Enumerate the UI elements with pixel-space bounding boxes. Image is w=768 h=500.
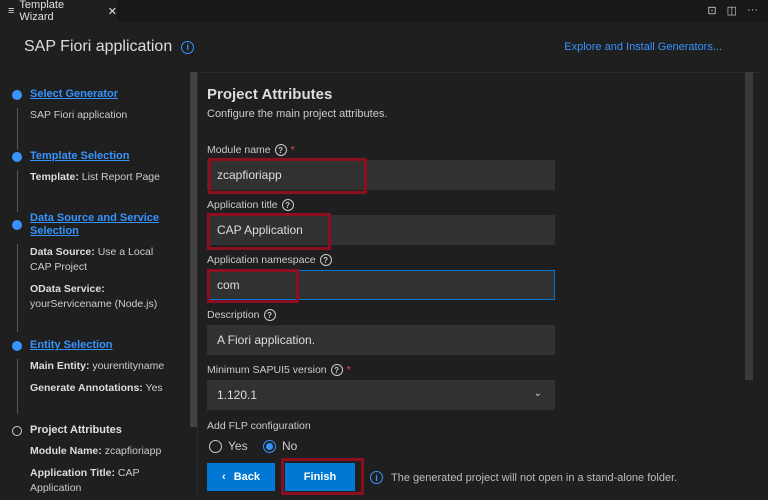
step-complete-icon [12,220,22,230]
split-editor-icon[interactable]: ◫ [727,4,737,17]
info-icon: i [370,471,383,484]
help-icon[interactable]: ? [319,254,332,266]
more-icon[interactable]: ··· [747,4,758,17]
description-label: Description? [207,309,276,321]
explore-generators-link[interactable]: Explore and Install Generators... [564,41,722,53]
step-complete-icon [12,152,22,162]
namespace-label: Application namespace? [207,254,332,266]
tab-template-wizard[interactable]: ≡ Template Wizard ✕ [0,0,117,23]
sidebar-scrollbar[interactable] [190,72,197,427]
highlight-box [207,269,299,303]
step-complete-icon [12,90,22,100]
footer-note: i The generated project will not open in … [370,471,677,484]
highlight-box [281,458,364,495]
highlight-box [208,158,367,194]
app-title-label: Application title? [207,199,294,211]
help-icon[interactable]: ? [274,144,287,156]
help-icon[interactable]: ? [263,309,276,321]
close-icon[interactable]: ✕ [108,5,117,18]
terminal-icon[interactable]: ⊡ [707,4,716,17]
ui5-version-label: Minimum SAPUI5 version? * [207,364,351,376]
section-title: Project Attributes [207,86,333,103]
main-scrollbar[interactable] [745,72,753,380]
highlight-box [207,213,331,250]
flp-no-radio[interactable]: No [263,439,297,453]
page-title: SAP Fiori application i [24,38,195,56]
step-current-icon [12,426,22,436]
info-icon[interactable]: i [181,40,195,54]
file-icon: ≡ [8,5,15,17]
chevron-down-icon: ⌄ [533,388,542,399]
wizard-steps-sidebar: Select Generator SAP Fiori application T… [0,72,190,500]
flp-label: Add FLP configuration [207,420,311,432]
description-input[interactable]: A Fiori application. [207,325,555,355]
module-name-label: Module name? * [207,144,295,156]
flp-yes-radio[interactable]: Yes [209,439,248,453]
tab-bar: ≡ Template Wizard ✕ ⊡ ◫ ··· [0,0,768,23]
ui5-version-select[interactable]: 1.120.1 ⌄ [207,380,555,410]
help-icon[interactable]: ? [330,364,343,376]
step-complete-icon [12,341,22,351]
back-button[interactable]: ‹ Back [207,463,275,491]
help-icon[interactable]: ? [281,199,294,211]
section-subtitle: Configure the main project attributes. [207,108,388,120]
chevron-left-icon: ‹ [222,471,226,483]
